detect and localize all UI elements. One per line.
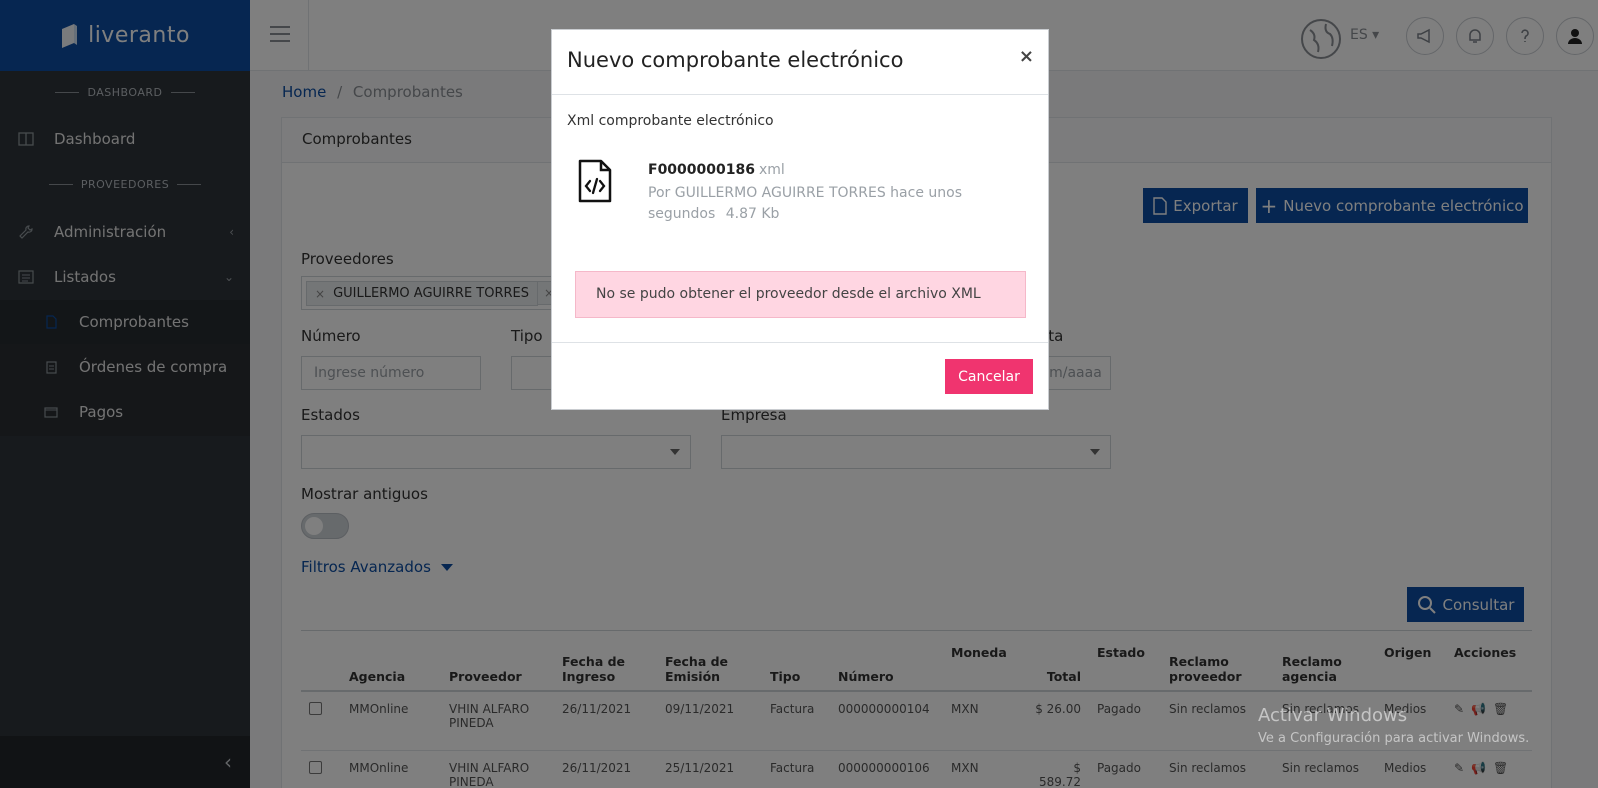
file-name: F0000000186 xml (648, 162, 785, 178)
modal-body: Xml comprobante electrónico F0000000186 x… (552, 95, 1048, 343)
file-name-text: F0000000186 (648, 162, 755, 178)
xml-label: Xml comprobante electrónico (567, 113, 774, 129)
cancel-button[interactable]: Cancelar (945, 359, 1033, 394)
file-uploader: Por GUILLERMO AGUIRRE TORRES hace unos s… (648, 185, 962, 222)
modal-title: Nuevo comprobante electrónico (567, 48, 904, 72)
windows-watermark-subtitle: Ve a Configuración para activar Windows. (1258, 731, 1530, 746)
file-code-icon (578, 159, 612, 203)
error-alert: No se pudo obtener el proveedor desde el… (575, 271, 1026, 318)
file-size: 4.87 Kb (725, 206, 780, 222)
file-meta: Por GUILLERMO AGUIRRE TORRES hace unos s… (648, 183, 1008, 225)
nuevo-comprobante-modal: Nuevo comprobante electrónico × Xml comp… (551, 29, 1049, 410)
modal-header: Nuevo comprobante electrónico × (552, 30, 1048, 95)
close-icon[interactable]: × (1019, 46, 1034, 67)
windows-watermark-title: Activar Windows (1258, 705, 1408, 726)
file-ext: xml (758, 162, 785, 178)
